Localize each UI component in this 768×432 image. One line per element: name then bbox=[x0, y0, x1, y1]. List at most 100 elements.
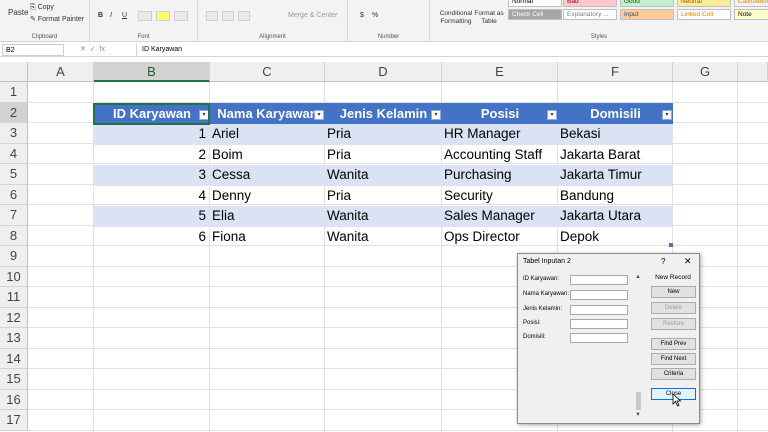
filter-dropdown-icon[interactable]: ▾ bbox=[547, 110, 557, 120]
column-header[interactable]: G bbox=[673, 62, 738, 82]
table-cell-posisi[interactable]: Security bbox=[444, 186, 556, 207]
cell-style-item[interactable]: Calculation bbox=[734, 0, 768, 7]
row-header[interactable]: 4 bbox=[0, 143, 28, 164]
filter-dropdown-icon[interactable]: ▾ bbox=[662, 110, 672, 120]
table-cell-domisili[interactable]: Bandung bbox=[560, 186, 672, 207]
conditional-formatting-button[interactable]: Conditional Formatting bbox=[436, 10, 476, 26]
row-header[interactable]: 16 bbox=[0, 389, 28, 410]
scroll-thumb[interactable] bbox=[636, 392, 641, 410]
table-cell-posisi[interactable]: Sales Manager bbox=[444, 206, 556, 227]
row-header[interactable]: 13 bbox=[0, 328, 28, 349]
align-right-button[interactable] bbox=[238, 11, 250, 21]
cell-style-item[interactable]: Neutral bbox=[677, 0, 731, 7]
row-header[interactable]: 15 bbox=[0, 369, 28, 390]
table-resize-handle[interactable] bbox=[669, 243, 673, 247]
cell-style-item[interactable]: Normal bbox=[508, 0, 562, 7]
table-cell-domisili[interactable]: Jakarta Barat bbox=[560, 145, 672, 166]
nama-karyawan-field[interactable] bbox=[570, 290, 628, 300]
paste-button[interactable]: Paste bbox=[8, 8, 28, 17]
row-header[interactable]: 14 bbox=[0, 348, 28, 369]
cell-style-item[interactable]: Note bbox=[734, 9, 768, 20]
row-header[interactable]: 8 bbox=[0, 225, 28, 246]
record-scrollbar[interactable]: ▲ ▼ bbox=[634, 272, 644, 421]
table-cell-id[interactable]: 4 bbox=[94, 186, 206, 207]
table-cell-nama[interactable]: Elia bbox=[212, 206, 324, 227]
header-cell-jenis-kelamin[interactable]: Jenis Kelamin bbox=[325, 103, 442, 124]
cell-style-item[interactable]: Check Cell bbox=[508, 9, 562, 20]
table-cell-jk[interactable]: Pria bbox=[327, 186, 439, 207]
table-cell-nama[interactable]: Boim bbox=[212, 145, 324, 166]
header-cell-posisi[interactable]: Posisi bbox=[442, 103, 558, 124]
restore-button[interactable]: Restore bbox=[651, 318, 696, 330]
delete-button[interactable]: Delete bbox=[651, 302, 696, 314]
table-cell-jk[interactable]: Pria bbox=[327, 145, 439, 166]
currency-button[interactable]: $ bbox=[360, 12, 364, 19]
cell-style-item[interactable]: Good bbox=[620, 0, 674, 7]
table-cell-jk[interactable]: Wanita bbox=[327, 165, 439, 186]
jenis-kelamin-field[interactable] bbox=[570, 305, 628, 315]
header-cell-domisili[interactable]: Domisili bbox=[558, 103, 673, 124]
domisili-field[interactable] bbox=[570, 333, 628, 343]
column-header[interactable]: F bbox=[558, 62, 673, 82]
italic-button[interactable]: I bbox=[110, 12, 112, 19]
filter-dropdown-icon[interactable]: ▾ bbox=[431, 110, 441, 120]
close-icon[interactable]: ✕ bbox=[684, 256, 692, 267]
cell-style-item[interactable]: Input bbox=[620, 9, 674, 20]
underline-button[interactable]: U bbox=[122, 12, 127, 19]
scroll-up-icon[interactable]: ▲ bbox=[635, 274, 641, 280]
table-cell-id[interactable]: 5 bbox=[94, 206, 206, 227]
table-cell-id[interactable]: 2 bbox=[94, 145, 206, 166]
column-header[interactable]: C bbox=[210, 62, 325, 82]
row-header[interactable]: 3 bbox=[0, 123, 28, 144]
row-header[interactable]: 2 bbox=[0, 102, 28, 123]
percent-button[interactable]: % bbox=[372, 12, 378, 19]
align-left-button[interactable] bbox=[206, 11, 218, 21]
column-header[interactable]: A bbox=[28, 62, 94, 82]
row-header[interactable]: 1 bbox=[0, 82, 28, 103]
table-cell-nama[interactable]: Denny bbox=[212, 186, 324, 207]
id-karyawan-field[interactable] bbox=[570, 275, 628, 285]
row-header[interactable]: 6 bbox=[0, 184, 28, 205]
table-cell-domisili[interactable]: Bekasi bbox=[560, 124, 672, 145]
row-header[interactable]: 11 bbox=[0, 287, 28, 308]
table-cell-domisili[interactable]: Jakarta Timur bbox=[560, 165, 672, 186]
column-header[interactable]: E bbox=[442, 62, 558, 82]
table-cell-jk[interactable]: Pria bbox=[327, 124, 439, 145]
function-icon[interactable]: fx bbox=[100, 46, 105, 53]
enter-icon[interactable]: ✓ bbox=[90, 46, 96, 53]
table-cell-id[interactable]: 1 bbox=[94, 124, 206, 145]
find-prev-button[interactable]: Find Prev bbox=[651, 338, 696, 350]
column-header[interactable]: D bbox=[325, 62, 442, 82]
table-cell-id[interactable]: 6 bbox=[94, 227, 206, 248]
table-cell-posisi[interactable]: HR Manager bbox=[444, 124, 556, 145]
cancel-icon[interactable]: ✕ bbox=[80, 46, 86, 53]
table-cell-jk[interactable]: Wanita bbox=[327, 206, 439, 227]
table-cell-jk[interactable]: Wanita bbox=[327, 227, 439, 248]
find-next-button[interactable]: Find Next bbox=[651, 353, 696, 365]
table-cell-domisili[interactable]: Jakarta Utara bbox=[560, 206, 672, 227]
font-color-button[interactable] bbox=[174, 11, 188, 21]
header-cell-nama[interactable]: Nama Karyawan bbox=[210, 103, 325, 124]
table-cell-domisili[interactable]: Depok bbox=[560, 227, 672, 248]
row-header[interactable]: 10 bbox=[0, 266, 28, 287]
fill-color-button[interactable] bbox=[156, 11, 170, 21]
table-cell-nama[interactable]: Ariel bbox=[212, 124, 324, 145]
name-box[interactable]: B2 bbox=[2, 44, 64, 56]
column-header[interactable]: B bbox=[94, 62, 210, 82]
merge-center-button[interactable]: Merge & Center bbox=[288, 12, 337, 19]
table-cell-posisi[interactable]: Ops Director bbox=[444, 227, 556, 248]
criteria-button[interactable]: Criteria bbox=[651, 368, 696, 380]
row-header[interactable]: 7 bbox=[0, 205, 28, 226]
formula-input[interactable]: ID Karyawan bbox=[136, 44, 766, 56]
table-cell-posisi[interactable]: Purchasing bbox=[444, 165, 556, 186]
table-cell-id[interactable]: 3 bbox=[94, 165, 206, 186]
format-as-table-button[interactable]: Format as Table bbox=[474, 10, 504, 26]
table-cell-posisi[interactable]: Accounting Staff bbox=[444, 145, 556, 166]
bold-button[interactable]: B bbox=[98, 12, 103, 19]
help-icon[interactable]: ? bbox=[661, 257, 665, 266]
copy-button[interactable]: ⎘ Copy bbox=[30, 4, 54, 12]
row-header[interactable]: 12 bbox=[0, 307, 28, 328]
filter-dropdown-icon[interactable]: ▾ bbox=[314, 110, 324, 120]
new-button[interactable]: New bbox=[651, 286, 696, 298]
column-header-partial[interactable] bbox=[738, 62, 768, 82]
